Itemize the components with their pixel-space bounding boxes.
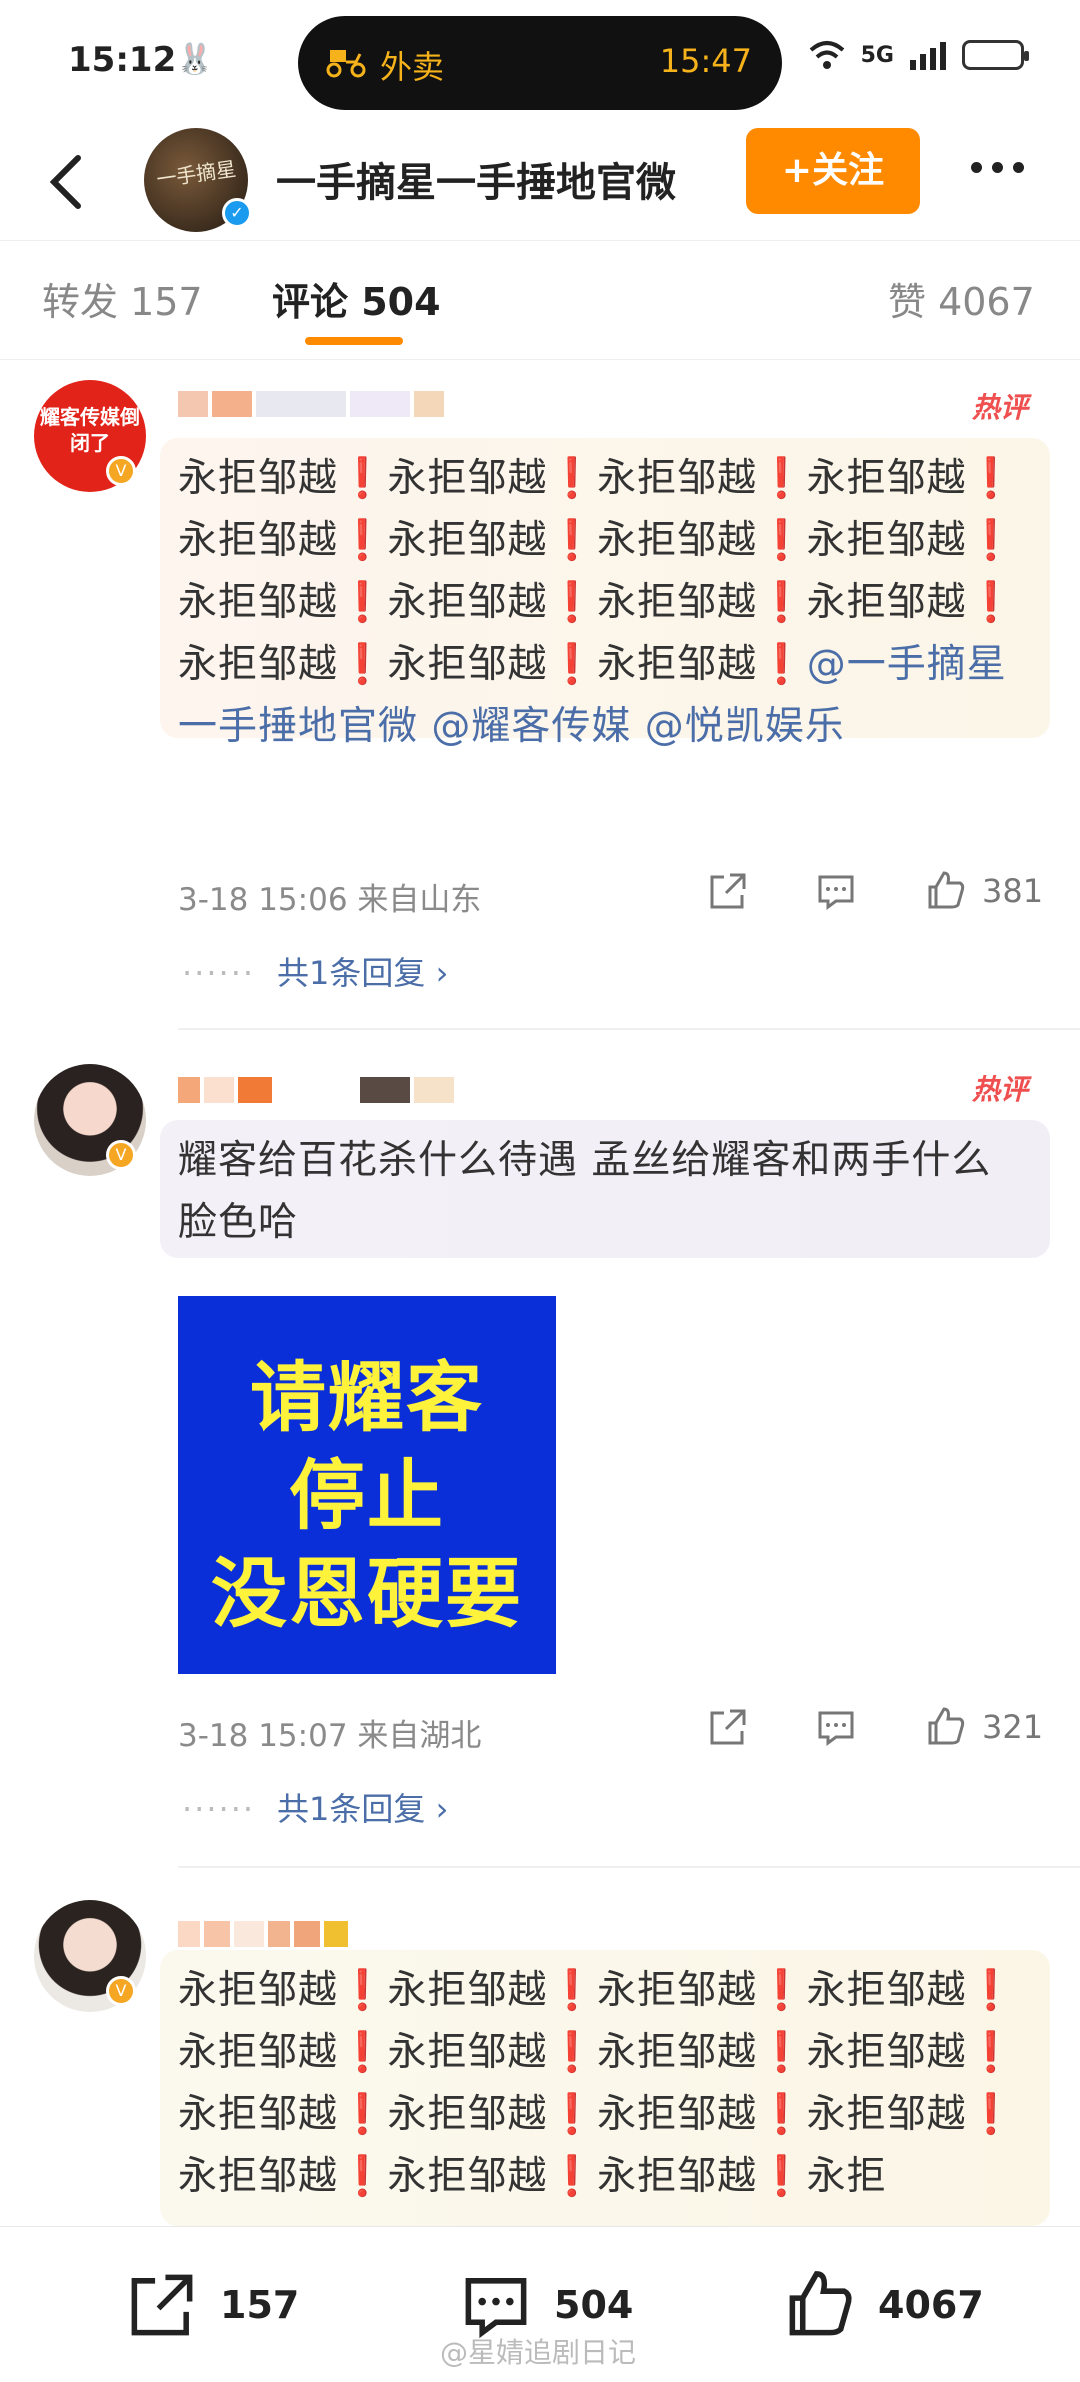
comment-text: 永拒邹越❗永拒邹越❗永拒邹越❗永拒邹越❗永拒邹越❗永拒邹越❗永拒邹越❗永拒邹越❗… [160,438,1050,749]
repost-button[interactable]: 157 [124,2267,299,2343]
replies-label: 共1条回复 › [277,1790,449,1828]
back-arrow-icon[interactable] [36,150,100,214]
active-tab-indicator [305,337,403,345]
commenter-name-blurred[interactable] [178,386,444,422]
tab-comments[interactable]: 评论 504 [272,271,441,326]
island-label: 外卖 [380,48,445,86]
watermark: @星婧追剧日记 [440,2336,637,2369]
share-button[interactable] [706,1702,750,1752]
reply-dots: ······ [182,1790,256,1828]
commenter-name-blurred[interactable] [178,1916,348,1952]
repost-count: 157 [220,2283,300,2327]
verified-badge-icon: V [106,1976,136,2006]
thumbs-up-icon [928,871,965,909]
reply-button[interactable] [814,1702,858,1752]
more-options-icon[interactable] [966,158,1036,194]
comment-count: 504 [554,2283,634,2327]
dynamic-island[interactable]: 外卖 15:47 [298,16,782,110]
account-name[interactable]: 一手摘星一手捶地官微 [276,150,676,208]
share-icon [710,1709,746,1745]
profile-header: 一手摘星 ✓ 一手摘星一手捶地官微 +关注 [0,128,1080,240]
follow-button[interactable]: +关注 [746,128,920,214]
avatar-text: 耀客传媒倒闭了 [40,405,140,455]
battery-icon [962,40,1029,70]
image-text-line-2: 停止 [289,1451,445,1540]
bottom-action-bar: 157 504 4067 @星婧追剧日记 [0,2226,1080,2382]
like-count: 381 [982,872,1044,910]
share-icon [131,2274,193,2336]
like-button[interactable]: 321 [924,1702,1043,1752]
comment-divider [178,1866,1080,1868]
view-replies-link[interactable]: ······ 共1条回复 › [182,1784,448,1830]
comment-text: 永拒邹越❗永拒邹越❗永拒邹越❗永拒邹越❗永拒邹越❗永拒邹越❗永拒邹越❗永拒邹越❗… [160,1950,1050,2226]
reply-button[interactable] [814,866,858,916]
like-count: 321 [982,1708,1044,1746]
verified-badge-icon: V [106,1140,136,1170]
island-time: 15:47 [659,42,752,80]
comment-text: 耀客给百花杀什么待遇 孟丝给耀客和两手什么脸色哈 [160,1120,1050,1258]
signal-icon [910,42,946,70]
comment-meta: 3-18 15:06 来自山东 [178,882,482,918]
tab-likes[interactable]: 赞 4067 [888,271,1035,326]
wifi-icon [809,41,844,69]
view-replies-link[interactable]: ······ 共1条回复 › [182,948,448,994]
comment-icon [818,875,854,910]
tab-repost[interactable]: 转发 157 [42,271,203,326]
thumbs-up-icon [928,1707,965,1745]
comment-icon [818,1711,854,1746]
image-text-line-1: 请耀客 [250,1353,484,1442]
reply-dots: ······ [182,954,256,992]
hot-comment-badge: 热评 [971,1073,1028,1106]
like-count: 4067 [878,2283,984,2327]
comment-divider [178,1028,1080,1030]
network-label: 5G [860,42,894,68]
like-button[interactable]: 4067 [782,2267,984,2343]
tab-bar: 转发 157 评论 504 赞 4067 [0,240,1080,360]
commenter-name-blurred[interactable] [178,1072,454,1108]
image-text-line-3: 没恩硬要 [211,1549,523,1638]
comment-image[interactable]: 请耀客 停止 没恩硬要 [178,1296,556,1674]
hot-comment-badge: 热评 [971,391,1028,424]
verified-badge-icon: ✓ [222,198,252,228]
share-icon [710,873,746,909]
status-icons: 5G [807,40,1029,70]
verified-badge-icon: V [106,456,136,486]
scooter-icon [326,50,366,78]
status-bar: 15:12 🐰 外卖 15:47 5G [0,0,1080,128]
bunny-icon: 🐰 [176,42,214,77]
share-button[interactable] [706,866,750,916]
status-time: 15:12 [68,40,177,80]
comment-meta: 3-18 15:07 来自湖北 [178,1718,482,1754]
like-button[interactable]: 381 [924,866,1043,916]
avatar-calligraphy: 一手摘星 [154,156,238,192]
thumbs-up-icon [789,2271,852,2336]
replies-label: 共1条回复 › [277,954,449,992]
